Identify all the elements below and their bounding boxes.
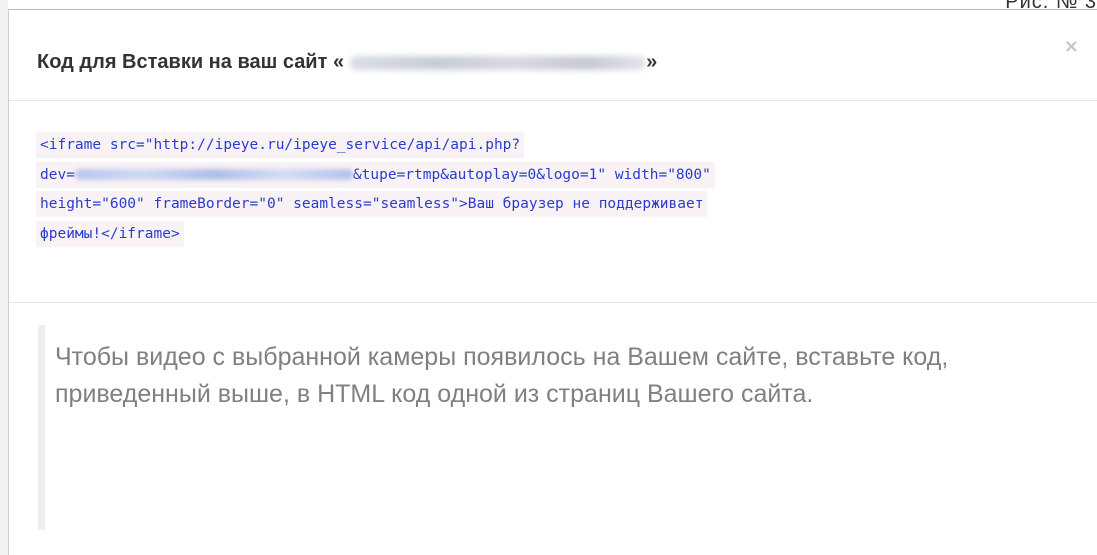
dialog-title-text: Код для Вставки на ваш сайт « [37, 51, 345, 73]
page-backdrop [0, 0, 8, 555]
code-line: dev= &tupe=rtmp&autoplay=0&logo=1" width=… [36, 161, 1026, 191]
dialog-header: Код для Вставки на ваш сайт « » × [9, 10, 1097, 101]
instruction-section: Чтобы видео с выбранной камеры появилось… [9, 303, 1097, 555]
dialog-title-suffix: » [646, 51, 658, 73]
instruction-text: Чтобы видео с выбранной камеры появилось… [55, 343, 949, 408]
embed-code-dialog: Код для Вставки на ваш сайт « » × <ifram… [8, 9, 1097, 555]
close-icon[interactable]: × [1064, 38, 1079, 56]
embed-code-section: <iframe src="http://ipeye.ru/ipeye_servi… [9, 101, 1097, 303]
blurred-camera-name [350, 55, 647, 70]
dialog-title: Код для Вставки на ваш сайт « » [37, 51, 657, 74]
code-line: <iframe src="http://ipeye.ru/ipeye_servi… [36, 131, 1026, 161]
embed-code-block[interactable]: <iframe src="http://ipeye.ru/ipeye_servi… [36, 131, 1026, 249]
code-line: фреймы!</iframe> [36, 220, 1026, 250]
blurred-device-id [74, 169, 353, 180]
code-line: height="600" frameBorder="0" seamless="s… [36, 190, 1026, 220]
